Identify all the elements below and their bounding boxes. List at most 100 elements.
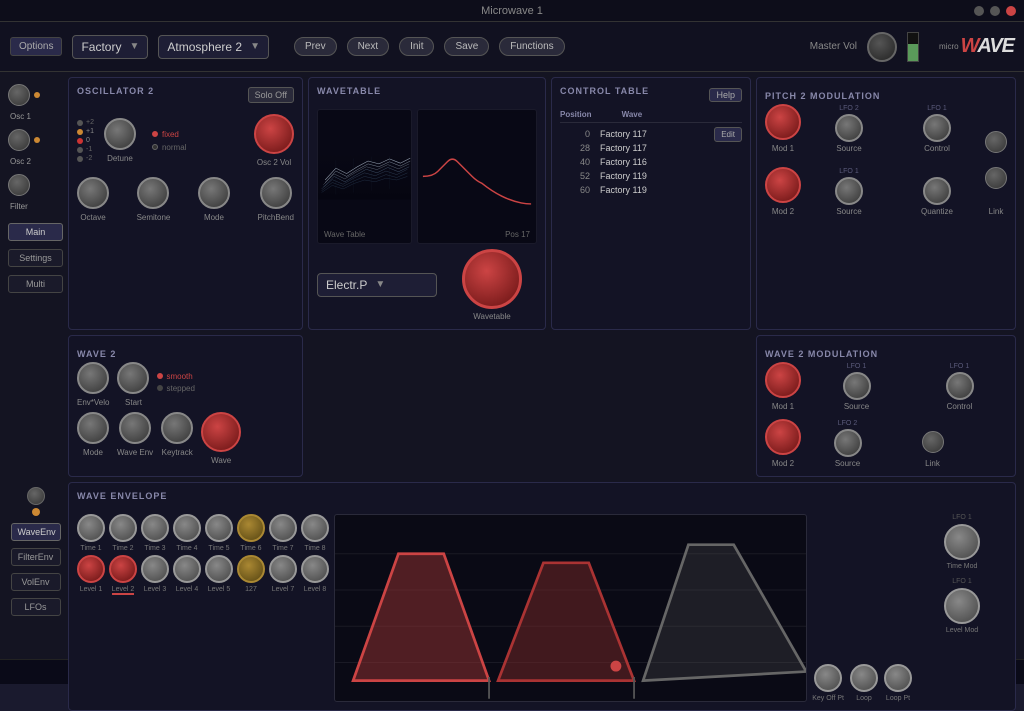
keyoff-knob[interactable]: [814, 664, 842, 692]
bank-name: Factory: [81, 40, 121, 54]
level2-knob[interactable]: [109, 555, 137, 583]
level1-knob[interactable]: [77, 555, 105, 583]
level-mod-knob[interactable]: [944, 588, 980, 624]
time3-knob[interactable]: [141, 514, 169, 542]
env-post-knobs: Key Off Pt Loop Loop Pt: [812, 514, 912, 702]
volenv-btn[interactable]: VolEnv: [11, 573, 61, 591]
filterenv-btn[interactable]: FilterEnv: [11, 548, 61, 566]
wave2-control1-knob[interactable]: [946, 372, 974, 400]
octave-group: Octave: [77, 177, 109, 222]
time-mod-knob[interactable]: [944, 524, 980, 560]
keyoff-col: Key Off Pt: [812, 664, 844, 702]
prev-button[interactable]: Prev: [294, 37, 337, 56]
pitch2-link2-knob[interactable]: [985, 167, 1007, 189]
main-btn[interactable]: Main: [8, 223, 63, 241]
wavetable-title: WAVETABLE: [317, 86, 537, 96]
edit-button[interactable]: Edit: [714, 127, 742, 142]
time1-knob[interactable]: [77, 514, 105, 542]
time6-knob[interactable]: [237, 514, 265, 542]
loop-col: Loop: [850, 664, 878, 702]
close-button[interactable]: [1006, 6, 1016, 16]
wave2-link2-knob[interactable]: [922, 431, 944, 453]
osc1-knob[interactable]: [8, 84, 30, 106]
pitch2-control1-knob[interactable]: [923, 114, 951, 142]
wave2-source1-knob[interactable]: [843, 372, 871, 400]
wavetable-bottom: Electr.P ▼ Wavetable: [317, 249, 537, 321]
waveenv-knob[interactable]: [27, 487, 45, 505]
level6-knob[interactable]: [237, 555, 265, 583]
wave2-title: WAVE 2: [77, 349, 116, 359]
mode-knob[interactable]: [198, 177, 230, 209]
time5-knob[interactable]: [205, 514, 233, 542]
pitch2-mod-title: PITCH 2 MODULATION: [765, 91, 880, 101]
master-vol-knob[interactable]: [867, 32, 897, 62]
pitchbend-knob[interactable]: [260, 177, 292, 209]
pitch2-source1-knob[interactable]: [835, 114, 863, 142]
keytrack-knob[interactable]: [161, 412, 193, 444]
wavetable-knob-label: Wavetable: [473, 312, 511, 321]
start-knob[interactable]: [117, 362, 149, 394]
level7-knob[interactable]: [269, 555, 297, 583]
wavetable-main-knob[interactable]: [462, 249, 522, 309]
time2-knob[interactable]: [109, 514, 137, 542]
functions-button[interactable]: Functions: [499, 37, 564, 56]
level8-knob[interactable]: [301, 555, 329, 583]
wave2-mode-knob[interactable]: [77, 412, 109, 444]
pitch2-quantize-knob[interactable]: [923, 177, 951, 205]
preset-dropdown-arrow: ▼: [250, 41, 260, 52]
next-button[interactable]: Next: [347, 37, 390, 56]
level4-knob[interactable]: [173, 555, 201, 583]
bank-dropdown[interactable]: Factory ▼: [72, 35, 148, 59]
loop-label: Loop: [856, 695, 872, 702]
time7-knob[interactable]: [269, 514, 297, 542]
layout-wrapper: Osc 1 Osc 2 Filter Main Settings Multi O…: [0, 72, 1024, 659]
level-mod-label: Level Mod: [946, 627, 978, 634]
filter-label: Filter: [10, 202, 63, 211]
pitch2-link1-knob[interactable]: [985, 131, 1007, 153]
detune-knob[interactable]: [104, 118, 136, 150]
wave2-source2-knob[interactable]: [834, 429, 862, 457]
waveenv-btn[interactable]: WaveEnv: [11, 523, 61, 541]
maximize-button[interactable]: [990, 6, 1000, 16]
preset-dropdown[interactable]: Atmosphere 2 ▼: [158, 35, 269, 59]
solo-button[interactable]: Solo Off: [248, 87, 294, 103]
init-button[interactable]: Init: [399, 37, 434, 56]
level8-label: Level 8: [304, 586, 327, 593]
electrp-dropdown[interactable]: Electr.P ▼: [317, 273, 437, 297]
level2-label: Level 2: [112, 586, 135, 595]
level5-knob[interactable]: [205, 555, 233, 583]
pitch2-mod1-row: Mod 1 LFO 2 Source LFO 1 Control: [765, 104, 1007, 153]
logo-area: micro WAVE: [939, 35, 1014, 58]
wave-env-knob[interactable]: [119, 412, 151, 444]
settings-btn[interactable]: Settings: [8, 249, 63, 267]
env-velo-knob[interactable]: [77, 362, 109, 394]
wt-3d-display: Wave Table: [317, 109, 412, 244]
octave-knob[interactable]: [77, 177, 109, 209]
semi-dot-plus2: [77, 120, 83, 126]
wave-knob[interactable]: [201, 412, 241, 452]
multi-btn[interactable]: Multi: [8, 275, 63, 293]
options-button[interactable]: Options: [10, 37, 62, 56]
ctrl-table-title: CONTROL TABLE: [560, 86, 649, 96]
minimize-button[interactable]: [974, 6, 984, 16]
help-button[interactable]: Help: [709, 88, 742, 102]
time8-knob[interactable]: [301, 514, 329, 542]
looppt-knob[interactable]: [884, 664, 912, 692]
osc2-vol-knob[interactable]: [254, 114, 294, 154]
wave2-mod2-knob[interactable]: [765, 419, 801, 455]
pitch2-mod2-knob[interactable]: [765, 167, 801, 203]
save-button[interactable]: Save: [444, 37, 489, 56]
filter-knob[interactable]: [8, 174, 30, 196]
osc2-knob[interactable]: [8, 129, 30, 151]
pitch2-source2-group: LFO 1 Source: [809, 168, 889, 216]
pitch2-mod1-knob[interactable]: [765, 104, 801, 140]
semitone-knob[interactable]: [137, 177, 169, 209]
ctrl-pos-1: 28: [560, 143, 590, 153]
level3-knob[interactable]: [141, 555, 169, 583]
lfos-btn[interactable]: LFOs: [11, 598, 61, 616]
time3-label: Time 3: [144, 545, 165, 552]
loop-knob[interactable]: [850, 664, 878, 692]
time4-knob[interactable]: [173, 514, 201, 542]
pitch2-source2-knob[interactable]: [835, 177, 863, 205]
wave2-mod1-knob[interactable]: [765, 362, 801, 398]
